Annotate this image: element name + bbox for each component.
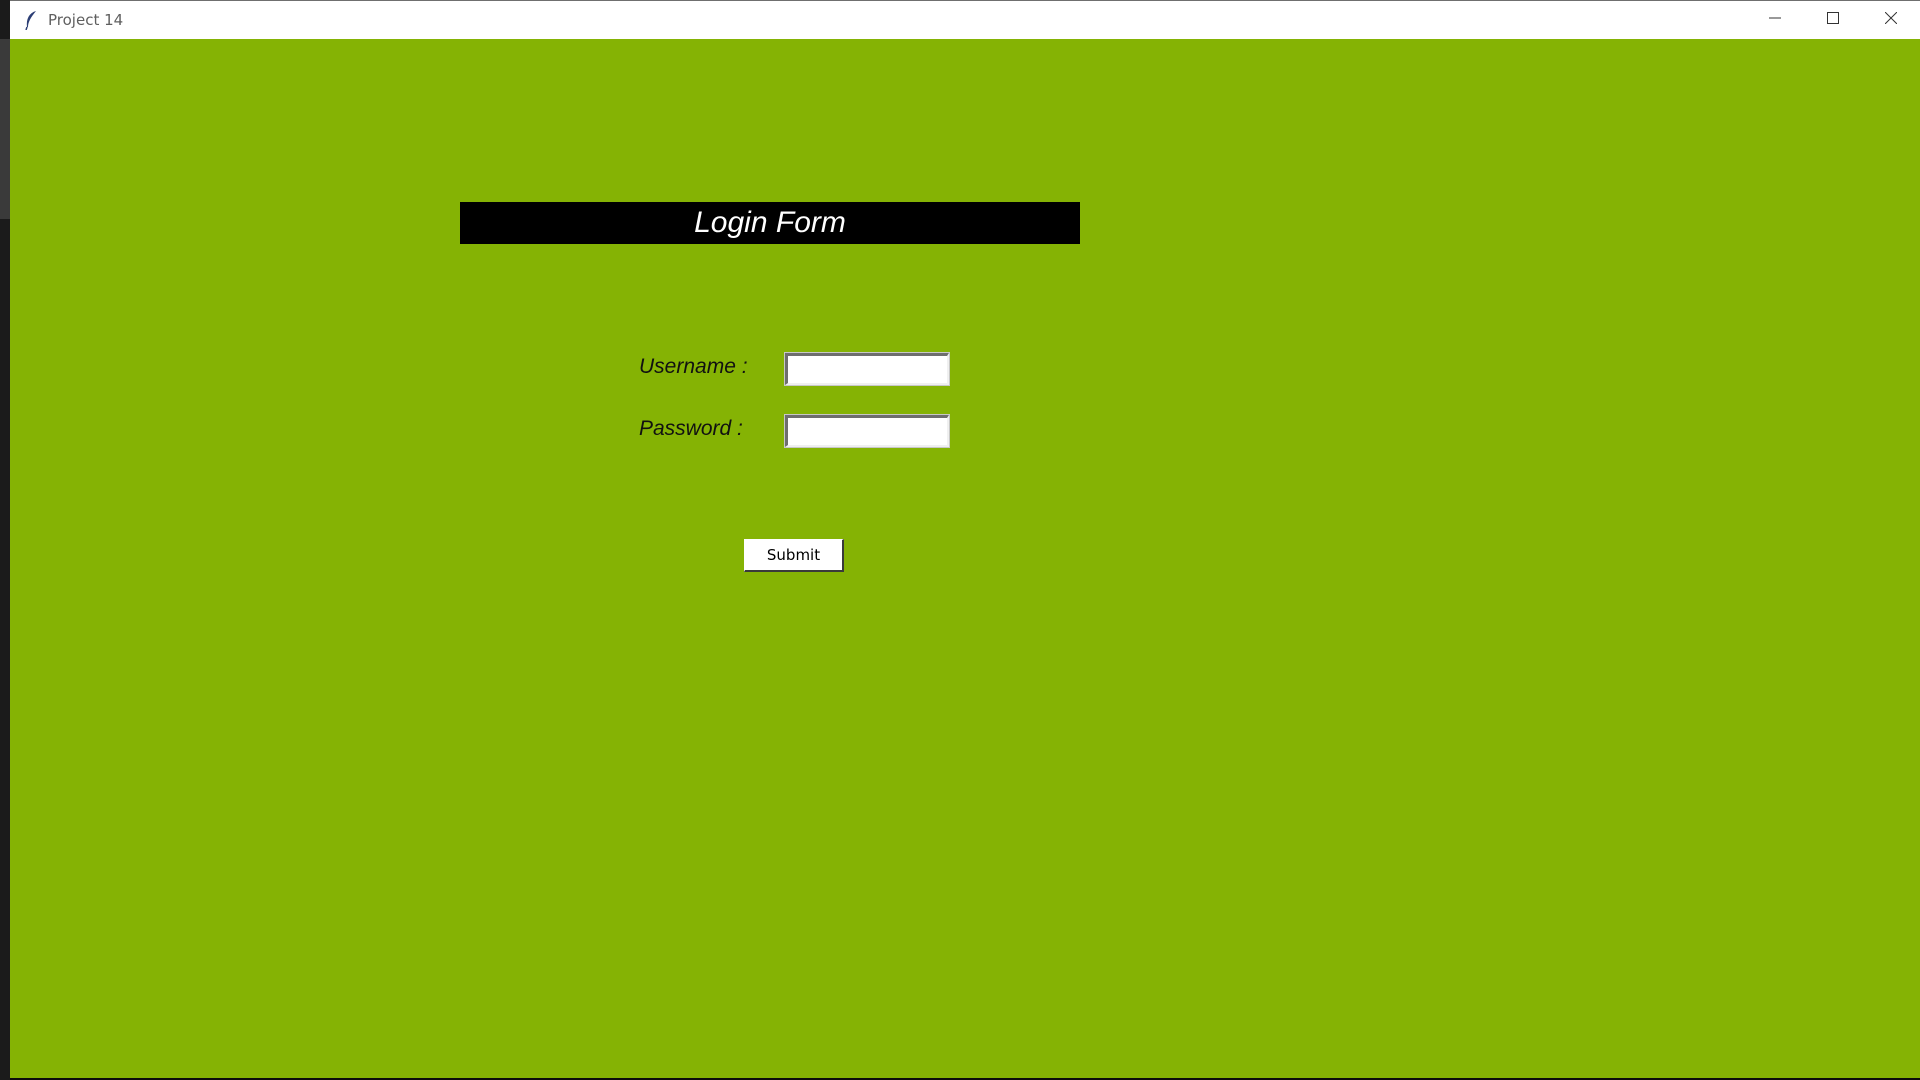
feather-icon [22, 9, 40, 31]
username-label: Username : [639, 355, 748, 378]
app-window: Project 14 Login Form Username : Passwor… [10, 0, 1920, 1078]
form-title: Login Form [460, 202, 1080, 244]
password-label: Password : [639, 417, 743, 440]
maximize-icon [1827, 11, 1839, 29]
maximize-button[interactable] [1804, 1, 1862, 39]
window-title: Project 14 [48, 11, 124, 29]
close-button[interactable] [1862, 1, 1920, 39]
background-desktop-strip [0, 0, 10, 1080]
submit-button[interactable]: Submit [744, 539, 844, 572]
background-window-edge [0, 39, 10, 219]
minimize-button[interactable] [1746, 1, 1804, 39]
close-icon [1884, 11, 1898, 29]
window-controls [1746, 1, 1920, 39]
title-bar[interactable]: Project 14 [10, 1, 1920, 39]
minimize-icon [1769, 11, 1781, 29]
form-area: Login Form Username : Password : Submit [10, 39, 1920, 1079]
username-input[interactable] [784, 352, 950, 386]
password-input[interactable] [784, 414, 950, 448]
